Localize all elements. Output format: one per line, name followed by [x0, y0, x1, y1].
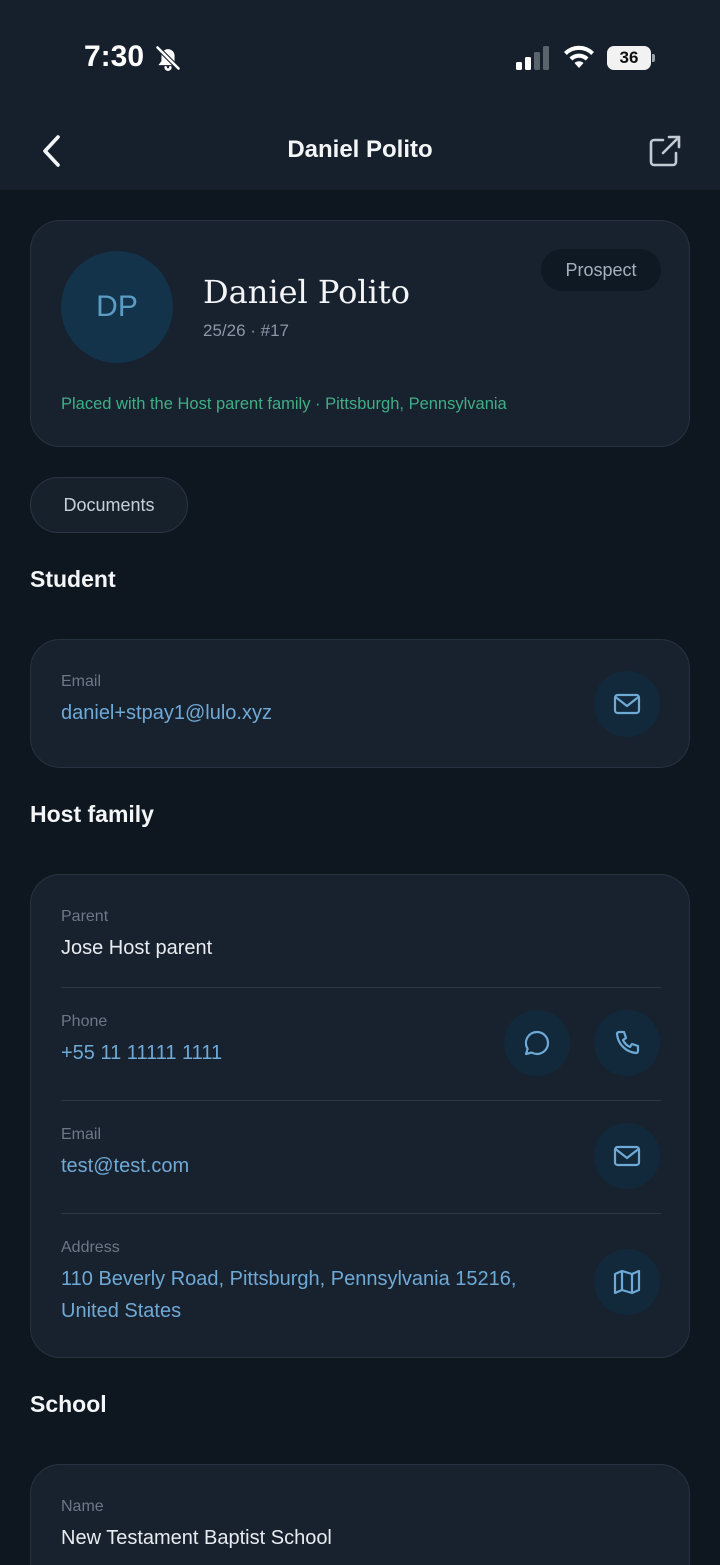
profile-season-number: 25/26 · #17	[203, 321, 290, 340]
student-email-label: Email	[61, 673, 102, 690]
divider	[61, 1100, 661, 1101]
school-name-label: Name	[61, 1498, 104, 1515]
host-email-label: Email	[61, 1126, 102, 1143]
parent-label: Parent	[61, 908, 109, 925]
phone-icon	[615, 1030, 640, 1055]
avatar: DP	[61, 251, 173, 363]
student-card: Email daniel+stpay1@lulo.xyz	[30, 639, 690, 768]
message-button[interactable]	[504, 1010, 570, 1076]
battery-indicator: 36	[607, 46, 655, 70]
battery-level: 36	[607, 46, 651, 70]
phone-label: Phone	[61, 1013, 108, 1030]
section-title-host-family: Host family	[30, 801, 154, 827]
cellular-signal-icon	[516, 46, 549, 70]
map-icon	[613, 1269, 641, 1295]
host-family-card: Parent Jose Host parent Phone +55 11 111…	[30, 874, 690, 1358]
parent-value: Jose Host parent	[61, 937, 213, 959]
page-title: Daniel Polito	[287, 136, 433, 163]
address-line2[interactable]: United States	[61, 1300, 181, 1323]
school-card: Name New Testament Baptist School	[30, 1464, 690, 1565]
top-bar: 7:30 36 Daniel Polito	[0, 0, 720, 190]
student-email-button[interactable]	[594, 671, 660, 737]
chat-bubble-icon	[524, 1030, 550, 1056]
host-email-value[interactable]: test@test.com	[61, 1155, 189, 1178]
battery-tip	[652, 54, 655, 62]
address-line1[interactable]: 110 Beverly Road, Pittsburgh, Pennsylvan…	[61, 1268, 516, 1291]
status-time: 7:30	[84, 40, 145, 73]
profile-name: Daniel Polito	[203, 273, 411, 311]
host-email-button[interactable]	[594, 1123, 660, 1189]
bell-slash-icon	[155, 45, 181, 71]
section-title-student: Student	[30, 566, 116, 592]
documents-button[interactable]: Documents	[30, 477, 188, 533]
open-external-icon[interactable]	[646, 132, 684, 170]
mail-icon	[613, 693, 641, 715]
profile-card: DP Daniel Polito 25/26 · #17 Prospect Pl…	[30, 220, 690, 447]
divider	[61, 1213, 661, 1214]
wifi-icon	[564, 45, 594, 68]
placement-info: Placed with the Host parent family · Pit…	[61, 395, 507, 413]
address-label: Address	[61, 1239, 120, 1256]
mail-icon	[613, 1145, 641, 1167]
school-name-value: New Testament Baptist School	[61, 1527, 332, 1549]
status-badge: Prospect	[541, 249, 661, 291]
phone-value[interactable]: +55 11 11111 1111	[61, 1042, 222, 1065]
map-button[interactable]	[594, 1249, 660, 1315]
student-email-value[interactable]: daniel+stpay1@lulo.xyz	[61, 702, 272, 725]
divider	[61, 987, 661, 988]
section-title-school: School	[30, 1391, 107, 1417]
call-button[interactable]	[594, 1010, 660, 1076]
